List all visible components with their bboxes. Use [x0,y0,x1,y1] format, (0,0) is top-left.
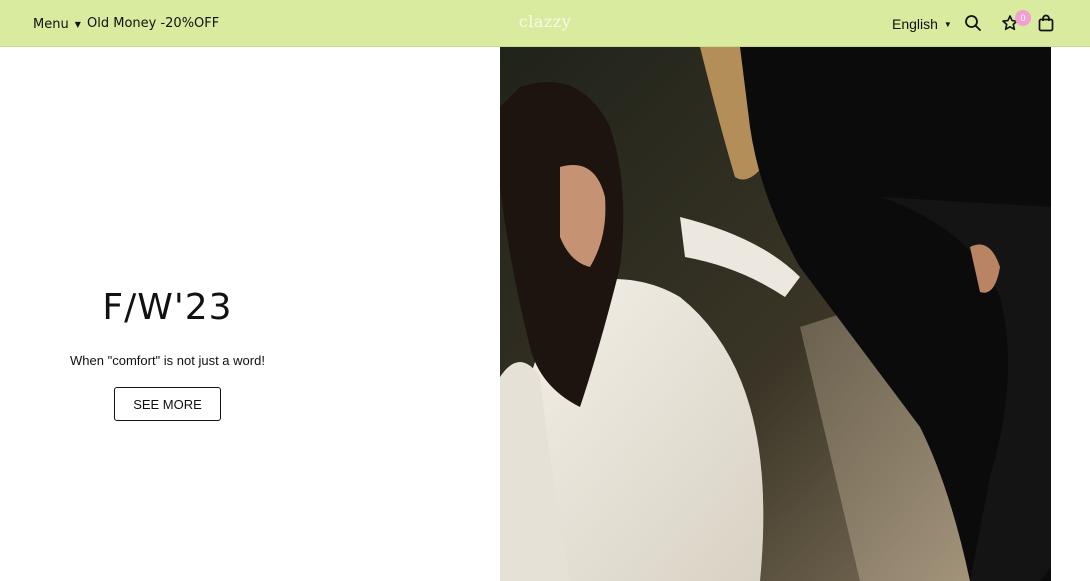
shopping-bag-icon [1038,14,1054,32]
cart-button[interactable] [1036,13,1056,33]
see-more-button[interactable]: SEE MORE [114,387,221,421]
hero-subtitle: When "comfort" is not just a word! [70,353,265,368]
menu-label: Menu [33,16,69,32]
chevron-down-icon: ▼ [74,20,81,29]
chevron-down-icon: ▼ [943,20,952,29]
hero-image[interactable] [500,47,1051,581]
search-button[interactable] [963,13,983,33]
wishlist-count-badge: 0 [1015,10,1031,26]
hero-photo-illustration [500,47,1051,581]
search-icon [965,15,981,31]
hero-text-block: F/W'23 When "comfort" is not just a word… [0,47,335,581]
language-selector[interactable]: English ▼ [892,15,952,33]
menu-button[interactable]: Menu ▼ [33,15,81,33]
site-logo[interactable]: clazzy [519,12,572,31]
language-label: English [892,16,938,32]
promo-link[interactable]: Old Money -20%OFF [87,15,219,33]
hero-title: F/W'23 [102,287,233,328]
top-header: Menu ▼ Old Money -20%OFF clazzy English … [0,0,1090,47]
